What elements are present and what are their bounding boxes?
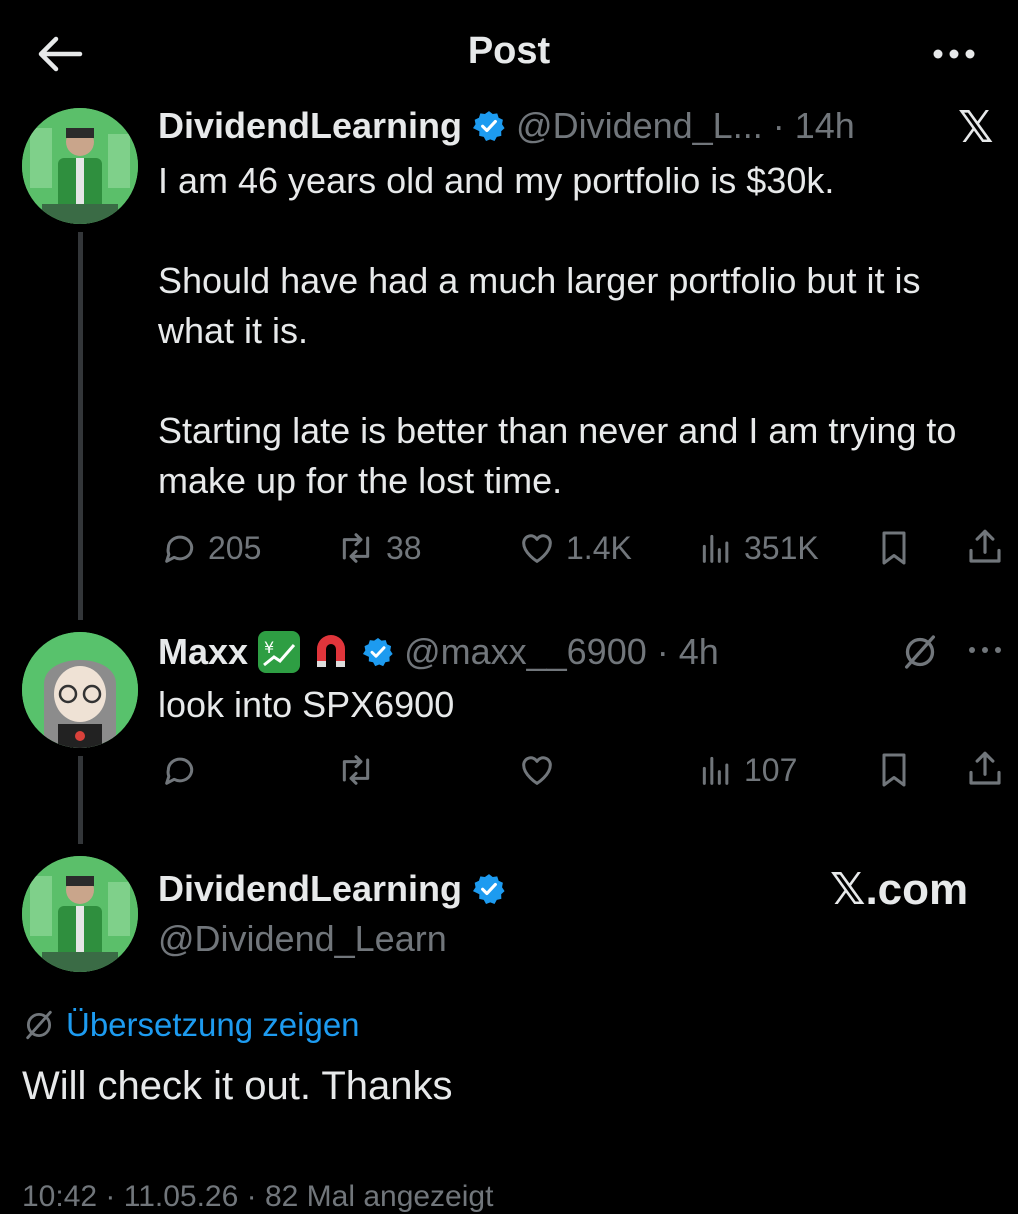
share-button[interactable] [964, 748, 1006, 795]
separator-dot: · [772, 105, 785, 146]
bookmark-icon [882, 531, 906, 565]
verified-badge-icon [473, 111, 505, 142]
repost-icon [342, 533, 370, 563]
views-count: 107 [744, 751, 798, 788]
avatar[interactable] [22, 856, 138, 972]
post-text: look into SPX6900 [158, 684, 455, 725]
views-button[interactable]: 351K [696, 528, 819, 568]
page-title: Post [467, 30, 551, 72]
repost-count: 38 [386, 529, 422, 566]
post-time[interactable]: 14h [795, 105, 855, 147]
bookmark-icon [882, 753, 906, 787]
avatar[interactable] [22, 108, 138, 224]
like-count: 1.4K [566, 529, 632, 566]
reply-count: 205 [208, 529, 262, 566]
magnet-emoji [317, 635, 346, 667]
like-button[interactable] [516, 750, 558, 790]
thread-line [78, 232, 83, 620]
post-text: I am 46 years old and my portfolio is $3… [158, 160, 957, 501]
share-icon [969, 751, 1001, 785]
more-horizontal-icon [933, 49, 975, 59]
heart-icon [522, 534, 552, 563]
author-name[interactable]: DividendLearning [158, 105, 462, 147]
author-handle[interactable]: @Dividend_L... [516, 105, 763, 147]
post-time[interactable]: 4h [679, 631, 719, 673]
author-handle[interactable]: @maxx__6900 [404, 631, 647, 673]
reply-icon [165, 757, 194, 785]
share-icon [969, 529, 1001, 563]
repost-icon [342, 755, 370, 785]
bookmark-button[interactable] [874, 750, 914, 795]
x-com-watermark: 𝕏.com [830, 865, 969, 914]
avatar[interactable] [22, 632, 138, 748]
svg-text:¥: ¥ [264, 638, 274, 657]
more-button[interactable] [930, 44, 978, 64]
reply-button[interactable]: 205 [160, 528, 261, 568]
grok-button[interactable] [900, 632, 940, 677]
heart-icon [522, 756, 552, 785]
views-chart-icon [702, 534, 729, 563]
translate-label: Übersetzung zeigen [66, 1006, 360, 1043]
chart-yen-emoji: ¥ [258, 631, 301, 673]
author-name[interactable]: Maxx [158, 631, 248, 673]
separator-dot: · [656, 631, 669, 672]
repost-button[interactable]: 38 [334, 528, 422, 568]
reply-icon [165, 535, 194, 563]
verified-badge-icon [473, 874, 505, 905]
like-button[interactable]: 1.4K [516, 528, 632, 568]
author-handle[interactable]: @Dividend_Learn [158, 918, 447, 960]
translate-link[interactable]: Übersetzung zeigen [22, 1006, 360, 1044]
verified-badge-icon [362, 638, 393, 667]
grok-slash-circle-icon [905, 635, 935, 669]
more-horizontal-icon [969, 647, 1001, 653]
post-more-button[interactable] [966, 642, 1004, 663]
reply-button[interactable] [160, 750, 200, 790]
post-timestamp-meta: 10:42 · 11.05.26 · 82 Mal angezeigt [22, 1180, 494, 1213]
views-chart-icon [702, 756, 729, 785]
author-name[interactable]: DividendLearning [158, 868, 462, 910]
thread-line [78, 756, 83, 844]
share-button[interactable] [964, 526, 1006, 573]
grok-slash-circle-icon [26, 1010, 52, 1040]
repost-button[interactable] [334, 750, 378, 790]
post-text: Will check it out. Thanks [22, 1064, 453, 1108]
bookmark-button[interactable] [874, 528, 914, 573]
x-logo-icon: 𝕏 [958, 103, 994, 152]
views-button[interactable]: 107 [696, 750, 797, 790]
views-count: 351K [744, 529, 819, 566]
